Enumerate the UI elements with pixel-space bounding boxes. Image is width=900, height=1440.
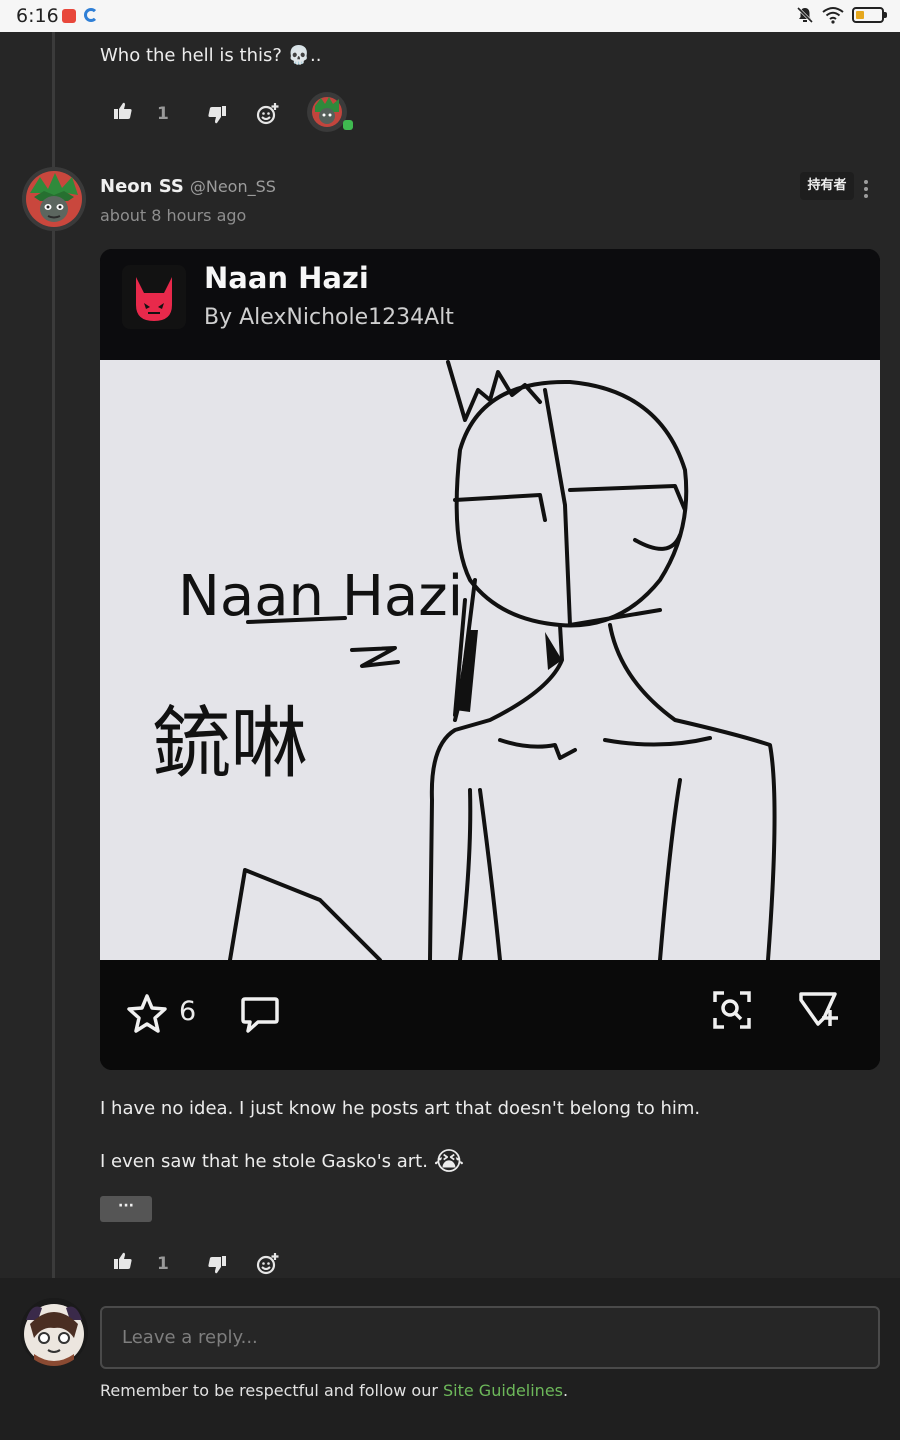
- embedded-post-card[interactable]: Naan Hazi By AlexNichole1234Alt Naan Haz…: [100, 249, 880, 1070]
- add-reaction-icon[interactable]: [256, 102, 280, 126]
- reaction-avatar[interactable]: [307, 92, 353, 132]
- user-handle[interactable]: @Neon_SS: [190, 177, 276, 196]
- artwork-image[interactable]: Naan Hazi 鋶啉: [100, 360, 880, 962]
- owner-badge: 持有者: [800, 172, 854, 200]
- reply-area: Remember to be respectful and follow our…: [0, 1278, 900, 1440]
- embed-header: Naan Hazi By AlexNichole1234Alt: [100, 249, 880, 360]
- status-bar: 6:16: [0, 0, 900, 32]
- username[interactable]: Neon SS: [100, 176, 184, 197]
- zoom-scan-icon[interactable]: [712, 990, 752, 1030]
- guidelines-prefix: Remember to be respectful and follow our: [100, 1381, 443, 1400]
- like-icon[interactable]: [112, 100, 134, 122]
- add-to-collection-icon[interactable]: [798, 990, 842, 1030]
- app-notification-icon: [62, 9, 76, 23]
- embed-title[interactable]: Naan Hazi: [204, 261, 369, 295]
- embed-footer: 6: [100, 960, 880, 1070]
- comment-paragraph: I have no idea. I just know he posts art…: [100, 1098, 701, 1119]
- artwork-caption-cjk: 鋶啉: [152, 699, 308, 789]
- user-avatar-image: [22, 167, 86, 231]
- wifi-icon: [822, 7, 844, 24]
- comment-timestamp: about 8 hours ago: [100, 206, 247, 225]
- add-reaction-icon[interactable]: [256, 1252, 280, 1276]
- artwork-drawing: Naan Hazi 鋶啉: [100, 360, 880, 962]
- guidelines-notice: Remember to be respectful and follow our…: [100, 1381, 568, 1400]
- show-more-button[interactable]: ···: [100, 1196, 152, 1222]
- dislike-icon[interactable]: [206, 104, 228, 126]
- comment-text: Who the hell is this? 💀..: [100, 45, 322, 66]
- dislike-icon[interactable]: [206, 1254, 228, 1276]
- more-options-icon[interactable]: [862, 178, 870, 200]
- status-time: 6:16: [16, 5, 59, 27]
- current-user-avatar[interactable]: [20, 1298, 88, 1366]
- comment-paragraph-text: I even saw that he stole Gasko's art.: [100, 1151, 428, 1172]
- reaction-avatar-image: [312, 97, 342, 127]
- reply-input[interactable]: [100, 1306, 880, 1369]
- notifications-muted-icon: [796, 6, 814, 24]
- comment-author[interactable]: Neon SS @Neon_SS: [100, 176, 276, 197]
- like-icon[interactable]: [112, 1250, 134, 1272]
- guidelines-suffix: .: [563, 1381, 569, 1400]
- artwork-caption: Naan Hazi: [178, 564, 463, 629]
- comment-bubble-icon[interactable]: [240, 994, 280, 1034]
- comment-paragraph: I even saw that he stole Gasko's art. 😭: [100, 1147, 464, 1177]
- like-count: 1: [157, 104, 169, 124]
- crying-emoji: 😭: [433, 1147, 465, 1177]
- favorite-count: 6: [179, 996, 197, 1027]
- like-count: 1: [157, 1254, 169, 1274]
- user-avatar[interactable]: [22, 167, 86, 231]
- online-status-dot: [343, 120, 353, 130]
- favorite-star-icon[interactable]: [126, 992, 168, 1034]
- embed-author[interactable]: By AlexNichole1234Alt: [204, 305, 454, 330]
- battery-icon: [852, 7, 887, 23]
- site-guidelines-link[interactable]: Site Guidelines: [443, 1381, 563, 1400]
- current-user-avatar-image: [20, 1298, 88, 1366]
- sync-icon: [84, 8, 98, 22]
- embed-logo-icon: [122, 265, 186, 329]
- status-right-icons: [796, 6, 887, 24]
